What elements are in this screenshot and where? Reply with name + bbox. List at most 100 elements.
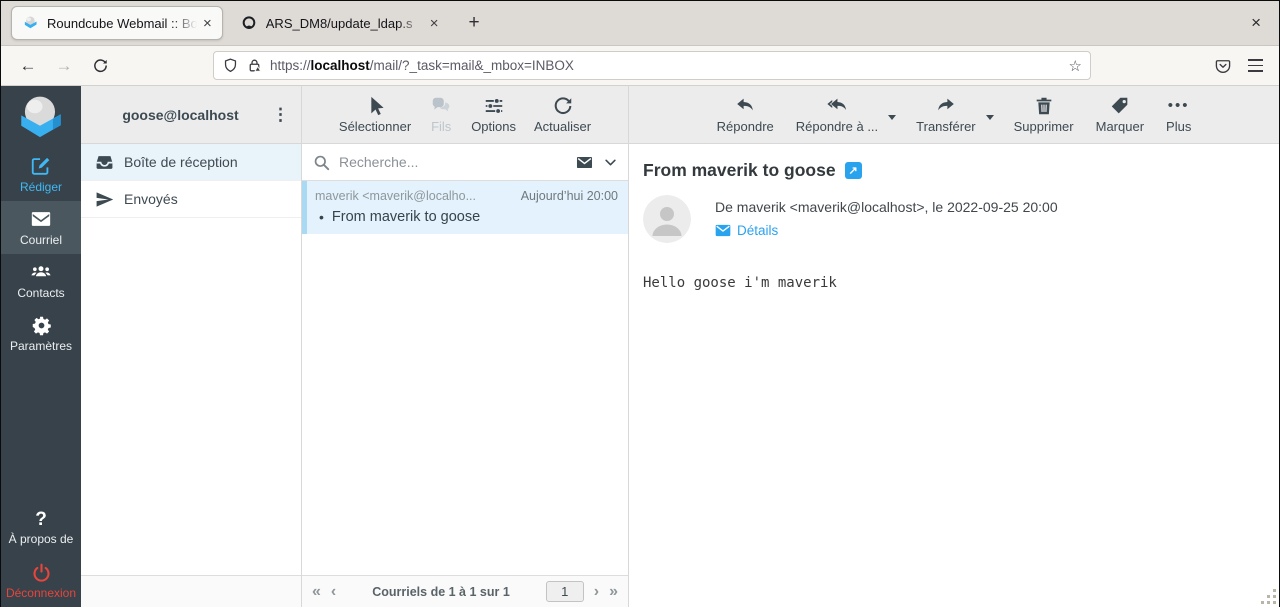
forward-dropdown-caret[interactable] [985, 115, 994, 120]
details-label: Détails [737, 223, 779, 238]
sidebar-item-compose[interactable]: Rédiger [1, 148, 81, 201]
message-rows: maverik <maverik@localho... Aujourd’hui … [302, 181, 628, 575]
back-button[interactable]: ← [13, 52, 43, 80]
mail-icon [30, 208, 52, 230]
last-page-button[interactable]: » [609, 583, 618, 600]
message-row[interactable]: maverik <maverik@localho... Aujourd’hui … [302, 181, 628, 234]
reply-all-dropdown-caret[interactable] [888, 115, 897, 120]
kebab-menu-icon[interactable]: ⋮ [270, 105, 291, 125]
select-button[interactable]: Sélectionner [337, 95, 413, 134]
folders-panel: goose@localhost ⋮ Boîte de réception Env… [81, 86, 302, 607]
contacts-icon [29, 261, 53, 283]
cursor-icon [364, 95, 386, 117]
refresh-icon [552, 95, 574, 117]
sidebar-item-label: Rédiger [19, 180, 63, 194]
envelope-icon [715, 224, 731, 237]
search-input[interactable] [339, 154, 566, 170]
roundcube-logo [1, 86, 81, 148]
tab-roundcube[interactable]: Roundcube Webmail :: Bo × [11, 6, 223, 40]
pagination-label: Courriels de 1 à 1 sur 1 [372, 584, 510, 599]
more-button[interactable]: ••• Plus [1164, 95, 1193, 134]
forward-icon [934, 95, 958, 117]
taskmenu: Rédiger Courriel Contacts Paramètres ? À… [1, 86, 81, 607]
forward-button-mail[interactable]: Transférer [914, 95, 977, 134]
account-name: goose@localhost [122, 106, 239, 123]
folder-label: Envoyés [124, 191, 178, 207]
tab-close-icon[interactable]: × [430, 16, 439, 31]
sidebar-item-mail[interactable]: Courriel [1, 201, 81, 254]
folder-sent[interactable]: Envoyés [81, 181, 301, 218]
sent-icon [95, 190, 114, 209]
sidebar-item-label: À propos de [8, 531, 74, 546]
pagination-bar: « ‹ Courriels de 1 à 1 sur 1 1 › » [302, 575, 628, 607]
threads-icon [429, 95, 453, 117]
open-in-new-window-icon[interactable]: ↗ [844, 162, 862, 179]
github-icon [241, 15, 258, 32]
power-icon [31, 562, 52, 583]
url-text: https://localhost/mail/?_task=mail&_mbox… [270, 58, 574, 73]
lock-warning-icon[interactable] [246, 57, 263, 74]
window-close-button[interactable]: × [1243, 13, 1269, 33]
message-from-line: De maverik <maverik@localhost>, le 2022-… [715, 199, 1058, 215]
folder-label: Boîte de réception [124, 154, 238, 170]
search-bar [302, 144, 628, 181]
sender-avatar [643, 195, 691, 243]
roundcube-favicon-icon [22, 15, 39, 32]
message-title: From maverik to goose [643, 160, 836, 180]
tab-title: ARS_DM8/update_ldap.s [266, 15, 424, 31]
folder-inbox[interactable]: Boîte de réception [81, 144, 301, 181]
bookmark-star-icon[interactable]: ☆ [1069, 57, 1082, 75]
menu-icon[interactable] [1248, 59, 1263, 72]
tab-close-icon[interactable]: × [203, 16, 212, 31]
next-page-button[interactable]: › [594, 583, 599, 600]
first-page-button[interactable]: « [312, 583, 321, 600]
sidebar-item-label: Contacts [17, 286, 65, 300]
sidebar-item-about[interactable]: ? À propos de [1, 501, 81, 554]
search-scope-icon[interactable] [574, 153, 595, 172]
details-toggle[interactable]: Détails [715, 223, 1058, 238]
sidebar-item-label: Courriel [19, 233, 62, 247]
new-tab-button[interactable]: + [457, 12, 492, 34]
roundcube-app: Rédiger Courriel Contacts Paramètres ? À… [1, 86, 1279, 607]
tracking-shield-icon[interactable] [222, 57, 239, 74]
prev-page-button[interactable]: ‹ [331, 583, 336, 600]
message-toolbar: Répondre Répondre à ... Transférer Suppr… [629, 86, 1279, 144]
pocket-icon[interactable] [1214, 57, 1232, 75]
sidebar-item-contacts[interactable]: Contacts [1, 254, 81, 307]
sidebar-item-label: Paramètres [9, 338, 73, 353]
message-subject: From maverik to goose [331, 209, 481, 225]
search-icon [312, 153, 331, 172]
browser-titlebar: Roundcube Webmail :: Bo × ARS_DM8/update… [1, 1, 1279, 46]
reply-button[interactable]: Répondre [715, 95, 776, 134]
inbox-icon [95, 153, 114, 172]
sidebar-item-logout[interactable]: Déconnexion [1, 554, 81, 607]
tab-github[interactable]: ARS_DM8/update_ldap.s × [231, 6, 449, 40]
forward-button[interactable]: → [49, 52, 79, 80]
ellipsis-icon: ••• [1167, 97, 1190, 114]
sliders-icon [483, 95, 505, 117]
message-view: From maverik to goose ↗ De maverik <mave… [629, 144, 1279, 607]
message-date: Aujourd’hui 20:00 [520, 189, 618, 203]
search-options-chevron-icon[interactable] [603, 155, 618, 170]
reload-button[interactable] [85, 52, 115, 80]
question-icon: ? [35, 508, 47, 530]
options-button[interactable]: Options [469, 95, 518, 134]
mark-button[interactable]: Marquer [1094, 95, 1146, 134]
reply-icon [733, 95, 757, 117]
gear-icon [31, 315, 52, 336]
message-list-panel: Sélectionner Fils Options Actualiser Rec… [302, 86, 629, 607]
folders-footer [81, 575, 301, 607]
url-bar[interactable]: https://localhost/mail/?_task=mail&_mbox… [213, 51, 1091, 80]
tab-title: Roundcube Webmail :: Bo [47, 15, 197, 31]
refresh-button[interactable]: Actualiser [532, 95, 593, 134]
reply-all-icon [824, 95, 850, 117]
reply-all-button[interactable]: Répondre à ... [794, 95, 880, 134]
delete-button[interactable]: Supprimer [1012, 95, 1076, 134]
browser-navbar: ← → https://localhost/mail/?_task=mail&_… [1, 46, 1279, 86]
sidebar-item-settings[interactable]: Paramètres [1, 307, 81, 360]
threads-button[interactable]: Fils [427, 95, 455, 134]
sidebar-item-label: Déconnexion [5, 585, 77, 600]
page-number-input[interactable]: 1 [545, 581, 584, 602]
resize-grip-icon[interactable] [1261, 589, 1276, 604]
account-header: goose@localhost ⋮ [81, 86, 301, 144]
